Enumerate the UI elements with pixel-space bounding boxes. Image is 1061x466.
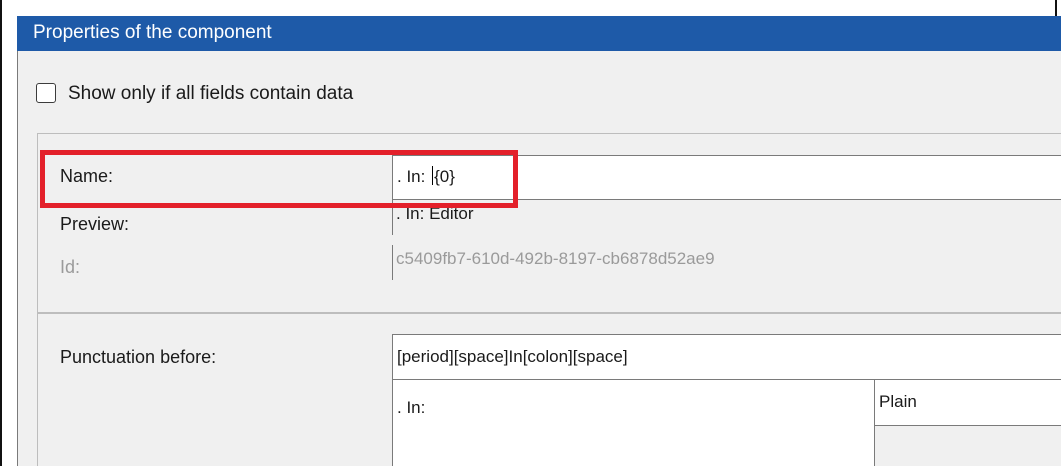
id-value-field: c5409fb7-610d-492b-8197-cb6878d52ae9 <box>392 245 1061 280</box>
name-highlight-annotation <box>40 150 518 208</box>
punctuation-preview-pane: . In: <box>392 380 875 466</box>
punctuation-preview-text: . In: <box>397 398 426 417</box>
title-bar: Properties of the component <box>17 16 1061 51</box>
punctuation-style-value: Plain <box>879 392 917 411</box>
punctuation-style-dropdown[interactable]: Plain <box>875 380 1061 426</box>
punctuation-before-input[interactable]: [period][space]In[colon][space] <box>392 334 1061 380</box>
preview-label: Preview: <box>60 214 130 234</box>
window-title: Properties of the component <box>33 22 272 43</box>
punctuation-before-label: Punctuation before: <box>60 347 217 367</box>
show-only-if-all-checkbox[interactable] <box>36 83 56 103</box>
id-label: Id: <box>60 257 81 277</box>
show-only-if-all-label[interactable]: Show only if all fields contain data <box>68 83 353 105</box>
punctuation-before-value: [period][space]In[colon][space] <box>397 347 628 366</box>
id-value: c5409fb7-610d-492b-8197-cb6878d52ae9 <box>396 249 715 268</box>
